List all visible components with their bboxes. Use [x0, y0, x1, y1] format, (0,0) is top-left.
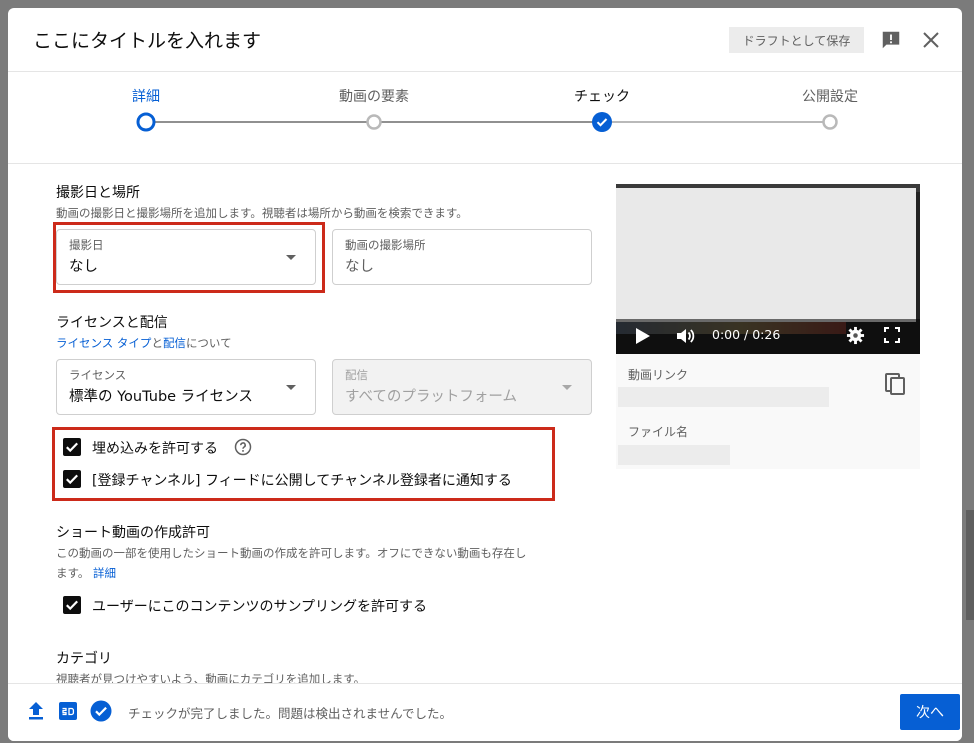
license-help: ライセンス タイプと配信について [56, 336, 232, 350]
feedback-icon[interactable] [880, 29, 902, 51]
stepper-line-pending [601, 121, 830, 123]
sd-quality-icon[interactable] [59, 702, 77, 720]
video-preview-card: 0:00 / 0:26 動画リンク ファイル名 [616, 184, 920, 469]
gear-icon[interactable] [846, 326, 865, 345]
recording-location-label: 動画の撮影場所 [345, 238, 426, 252]
details-content[interactable]: 撮影日と場所 動画の撮影日と撮影場所を追加します。視聴者は場所から動画を検索でき… [8, 165, 962, 683]
video-frame [616, 188, 916, 322]
shorts-learn-more-link[interactable]: 詳細 [93, 566, 116, 580]
step-label-checks[interactable]: チェック [574, 86, 630, 106]
upload-dialog: ここにタイトルを入れます ドラフトとして保存 詳細 動画の要素 チェック 公開設… [8, 8, 962, 741]
license-type-link[interactable]: ライセンス タイプ [56, 336, 151, 350]
dialog-footer: チェックが完了しました。問題は検出されませんでした。 次へ [8, 683, 962, 741]
dialog-title: ここにタイトルを入れます [33, 30, 262, 52]
copy-icon[interactable] [885, 371, 906, 395]
step-dot-pending-icon[interactable] [820, 112, 840, 132]
chevron-down-icon [562, 385, 572, 390]
step-dot-done-icon[interactable] [592, 112, 612, 132]
category-title: カテゴリ [56, 651, 112, 667]
license-value: 標準の YouTube ライセンス [69, 389, 253, 405]
distribution-label: 配信 [345, 368, 368, 382]
distribution-select: 配信 すべてのプラットフォーム [332, 359, 592, 415]
recording-subtitle: 動画の撮影日と撮影場所を追加します。視聴者は場所から動画を検索できます。 [56, 206, 468, 220]
fullscreen-icon[interactable] [884, 327, 900, 343]
shorts-title: ショート動画の作成許可 [56, 525, 210, 541]
sampling-checkbox[interactable] [63, 596, 81, 614]
checks-complete-icon[interactable] [90, 700, 112, 722]
chevron-down-icon [286, 385, 296, 390]
status-text: チェックが完了しました。問題は検出されませんでした。 [128, 706, 453, 721]
video-link-value[interactable] [618, 387, 829, 407]
step-dot-pending-icon[interactable] [364, 112, 384, 132]
highlight-box-date [53, 222, 325, 293]
progress-stepper: 詳細 動画の要素 チェック 公開設定 [8, 72, 962, 164]
recording-location-input[interactable]: 動画の撮影場所 なし [332, 229, 592, 285]
file-name-value [618, 445, 730, 465]
recording-title: 撮影日と場所 [56, 185, 140, 201]
volume-icon[interactable] [675, 326, 695, 346]
category-subtitle: 視聴者が見つけやすいよう、動画にカテゴリを追加します。 [56, 672, 366, 683]
dialog-header: ここにタイトルを入れます ドラフトとして保存 [8, 8, 962, 72]
license-select[interactable]: ライセンス 標準の YouTube ライセンス [56, 359, 316, 415]
license-label: ライセンス [69, 368, 127, 382]
file-name-label: ファイル名 [628, 425, 689, 439]
help-icon[interactable] [234, 438, 252, 456]
video-player[interactable]: 0:00 / 0:26 [616, 184, 920, 354]
notify-subscribers-checkbox[interactable] [63, 470, 81, 488]
sampling-label: ユーザーにこのコンテンツのサンプリングを許可する [92, 599, 428, 615]
shorts-desc: この動画の一部を使用したショート動画の作成を許可します。オフにできない動画も存在… [56, 546, 527, 560]
license-title: ライセンスと配信 [56, 315, 168, 331]
save-draft-button[interactable]: ドラフトとして保存 [729, 27, 864, 53]
embed-checkbox[interactable] [63, 438, 81, 456]
embed-label: 埋め込みを許可する [92, 441, 218, 457]
upload-icon[interactable] [27, 701, 45, 721]
shorts-desc-line2: ます。 詳細 [56, 566, 117, 580]
step-dot-active-icon[interactable] [136, 112, 156, 132]
step-label-elements[interactable]: 動画の要素 [339, 86, 409, 106]
play-icon[interactable] [636, 328, 650, 344]
notify-subscribers-label: [登録チャンネル] フィードに公開してチャンネル登録者に通知する [92, 473, 512, 489]
step-label-details[interactable]: 詳細 [132, 86, 160, 106]
step-label-visibility[interactable]: 公開設定 [802, 86, 858, 106]
distribution-link[interactable]: 配信 [163, 336, 186, 350]
background-scrollbar [966, 510, 974, 620]
next-button[interactable]: 次へ [900, 694, 960, 730]
video-link-label: 動画リンク [628, 368, 689, 382]
recording-location-placeholder: なし [345, 259, 374, 275]
distribution-value: すべてのプラットフォーム [345, 389, 517, 405]
video-time: 0:00 / 0:26 [712, 327, 781, 342]
close-icon[interactable] [921, 30, 941, 50]
